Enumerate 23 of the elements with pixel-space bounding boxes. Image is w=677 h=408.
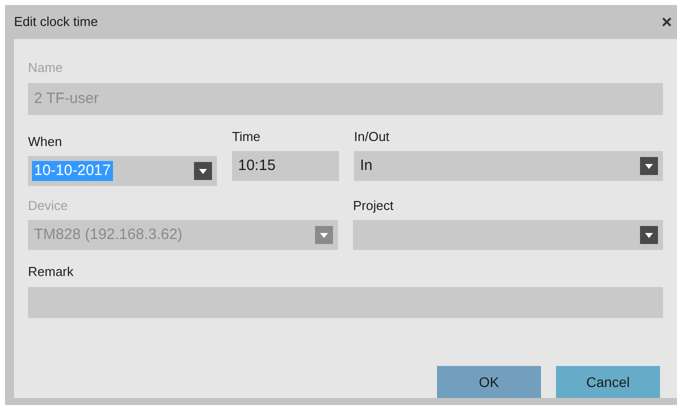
field-label: Remark xyxy=(28,264,75,280)
field-label: In/Out xyxy=(354,129,390,145)
field-label: Time xyxy=(232,129,262,145)
close-button[interactable]: × xyxy=(661,13,672,31)
field-label: When xyxy=(28,134,63,150)
field-value: TM828 (192.168.3.62) xyxy=(33,225,184,245)
field-value: 2 TF-user xyxy=(34,88,99,109)
dropdown-caret-icon[interactable] xyxy=(640,226,658,244)
ok-button[interactable]: OK xyxy=(437,366,541,398)
dropdown-caret-icon[interactable] xyxy=(194,162,212,180)
input-field[interactable]: 10:15 xyxy=(232,151,339,181)
field-value: In xyxy=(359,156,374,176)
dropdown-field[interactable]: In xyxy=(354,151,663,181)
field-label: Project xyxy=(353,198,394,214)
field-label: Device xyxy=(28,198,69,214)
window-title: Edit clock time xyxy=(14,13,98,32)
cancel-button[interactable]: Cancel xyxy=(556,366,660,398)
field-value: 10-10-2017 xyxy=(32,161,113,181)
field-label: Name xyxy=(28,60,64,76)
field-value: 10:15 xyxy=(237,156,277,176)
dropdown-caret-icon[interactable] xyxy=(640,157,658,175)
dropdown-field[interactable] xyxy=(353,220,663,250)
input-field[interactable] xyxy=(28,287,663,318)
